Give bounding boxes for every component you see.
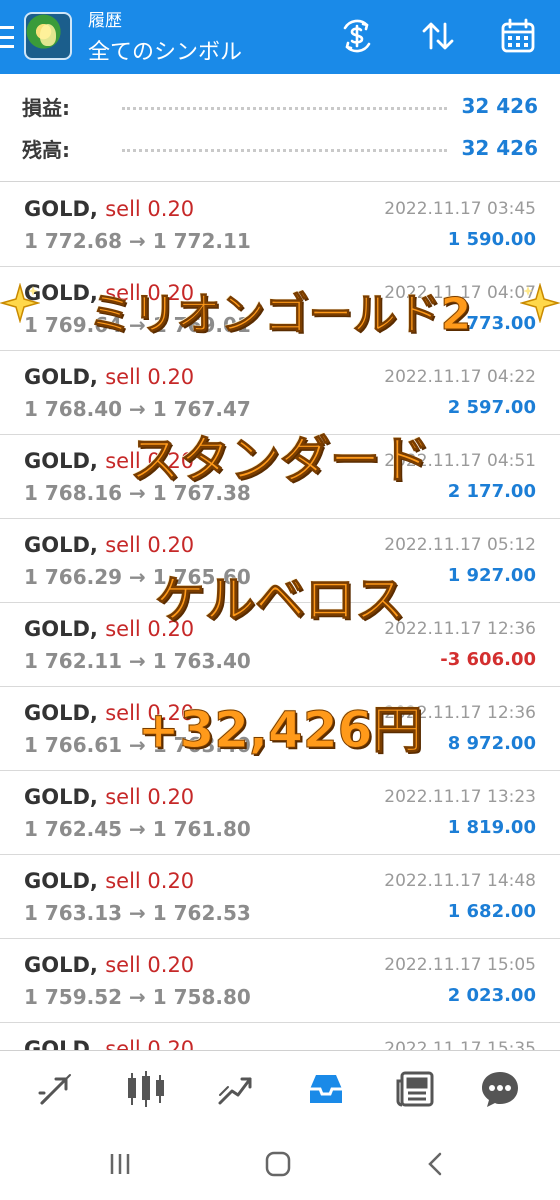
trade-profit: 1 819.00 (447, 817, 536, 838)
trade-time: 2022.11.17 04:22 (384, 367, 536, 387)
profit-row: 損益: 32 426 (22, 88, 538, 124)
trade-row[interactable]: GOLD, sell 0.20 1 769.64 → 1 769.01 2022… (0, 267, 560, 351)
profit-label: 損益: (22, 95, 70, 120)
recent-apps-icon[interactable] (100, 1146, 140, 1182)
profit-value: 32 426 (461, 94, 538, 118)
header-title[interactable]: 全てのシンボル (88, 34, 242, 66)
trade-side: sell 0.20 (105, 365, 195, 389)
trade-prices: 1 759.52 → 1 758.80 (24, 985, 251, 1009)
news-icon[interactable] (392, 1065, 440, 1113)
trade-row[interactable]: GOLD, sell 0.20 1 772.68 → 1 772.11 2022… (0, 183, 560, 267)
trade-prices: 1 766.29 → 1 765.60 (24, 565, 251, 589)
summary-panel: 損益: 32 426 残高: 32 426 (0, 74, 560, 182)
back-icon[interactable] (416, 1146, 456, 1182)
trade-side: sell 0.20 (105, 869, 195, 893)
trade-side: sell 0.20 (105, 785, 195, 809)
trade-time: 2022.11.17 15:35 (384, 1039, 536, 1050)
trade-side: sell 0.20 (105, 449, 195, 473)
trade-time: 2022.11.17 03:45 (384, 199, 536, 219)
trade-symbol: GOLD, (24, 701, 98, 725)
trade-side: sell 0.20 (105, 197, 195, 221)
trade-time: 2022.11.17 15:05 (384, 955, 536, 975)
sort-icon[interactable] (416, 14, 460, 58)
history-icon[interactable] (302, 1065, 350, 1113)
trade-prices: 1 769.64 → 1 769.01 (24, 313, 251, 337)
trade-side: sell 0.20 (105, 701, 195, 725)
trade-row[interactable]: GOLD, sell 0.20 1 766.61 → 1 763.40 2022… (0, 687, 560, 771)
trade-time: 2022.11.17 05:12 (384, 535, 536, 555)
chat-icon[interactable] (476, 1065, 524, 1113)
home-icon[interactable] (258, 1146, 298, 1182)
trade-profit: 1 927.00 (447, 565, 536, 586)
menu-icon[interactable] (0, 22, 18, 52)
trade-prices: 1 768.40 → 1 767.47 (24, 397, 251, 421)
trade-symbol: GOLD, (24, 449, 98, 473)
header-subtitle: 履歴 (88, 11, 122, 31)
trade-side: sell 0.20 (105, 617, 195, 641)
trade-side: sell 0.20 (105, 953, 195, 977)
app-logo (24, 12, 72, 60)
trade-symbol: GOLD, (24, 617, 98, 641)
trade-time: 2022.11.17 04:07 (384, 283, 536, 303)
trade-row[interactable]: GOLD, sell 0.20 1 768.16 → 1 767.38 2022… (0, 435, 560, 519)
trade-row[interactable]: GOLD, sell 0.20 1 762.11 → 1 763.40 2022… (0, 603, 560, 687)
trade-profit: 1 773.00 (447, 313, 536, 334)
trade-time: 2022.11.17 04:51 (384, 451, 536, 471)
trade-profit: 8 972.00 (447, 733, 536, 754)
trade-profit: 2 597.00 (447, 397, 536, 418)
trade-prices: 1 766.61 → 1 763.40 (24, 733, 251, 757)
trade-symbol: GOLD, (24, 953, 98, 977)
trade-prices: 1 762.11 → 1 763.40 (24, 649, 251, 673)
trade-symbol: GOLD, (24, 281, 98, 305)
trade-history-list[interactable]: GOLD, sell 0.20 1 772.68 → 1 772.11 2022… (0, 183, 560, 1050)
calendar-icon[interactable] (496, 14, 540, 58)
quotes-icon[interactable] (32, 1065, 80, 1113)
trade-profit: 2 023.00 (447, 985, 536, 1006)
balance-label: 残高: (22, 137, 70, 162)
trade-time: 2022.11.17 13:23 (384, 787, 536, 807)
chart-icon[interactable] (122, 1065, 170, 1113)
trade-prices: 1 762.45 → 1 761.80 (24, 817, 251, 841)
trade-symbol: GOLD, (24, 365, 98, 389)
bottom-tab-bar (0, 1050, 560, 1128)
balance-row: 残高: 32 426 (22, 130, 538, 166)
system-nav-bar (0, 1128, 560, 1200)
trade-prices: 1 768.16 → 1 767.38 (24, 481, 251, 505)
balance-value: 32 426 (461, 136, 538, 160)
dotted-leader (122, 106, 448, 110)
app-bar: 履歴 全てのシンボル (0, 0, 560, 74)
trade-symbol: GOLD, (24, 197, 98, 221)
trade-symbol: GOLD, (24, 785, 98, 809)
trade-side: sell 0.20 (105, 1037, 195, 1050)
trade-side: sell 0.20 (105, 533, 195, 557)
trade-symbol: GOLD, (24, 1037, 98, 1050)
trade-row[interactable]: GOLD, sell 0.20 2022.11.17 15:35 (0, 1023, 560, 1050)
dotted-leader (122, 148, 448, 152)
trade-row[interactable]: GOLD, sell 0.20 1 763.13 → 1 762.53 2022… (0, 855, 560, 939)
trade-row[interactable]: GOLD, sell 0.20 1 768.40 → 1 767.47 2022… (0, 351, 560, 435)
trade-profit: 2 177.00 (447, 481, 536, 502)
trade-profit: -3 606.00 (440, 649, 536, 670)
trade-time: 2022.11.17 12:36 (384, 703, 536, 723)
trade-time: 2022.11.17 12:36 (384, 619, 536, 639)
trade-side: sell 0.20 (105, 281, 195, 305)
trade-row[interactable]: GOLD, sell 0.20 1 762.45 → 1 761.80 2022… (0, 771, 560, 855)
trade-row[interactable]: GOLD, sell 0.20 1 766.29 → 1 765.60 2022… (0, 519, 560, 603)
trade-symbol: GOLD, (24, 533, 98, 557)
trade-symbol: GOLD, (24, 869, 98, 893)
trade-icon[interactable] (212, 1065, 260, 1113)
trade-profit: 1 682.00 (447, 901, 536, 922)
trade-time: 2022.11.17 14:48 (384, 871, 536, 891)
trade-profit: 1 590.00 (447, 229, 536, 250)
trade-prices: 1 772.68 → 1 772.11 (24, 229, 251, 253)
dollar-swap-icon[interactable] (335, 14, 379, 58)
trade-prices: 1 763.13 → 1 762.53 (24, 901, 251, 925)
trade-row[interactable]: GOLD, sell 0.20 1 759.52 → 1 758.80 2022… (0, 939, 560, 1023)
